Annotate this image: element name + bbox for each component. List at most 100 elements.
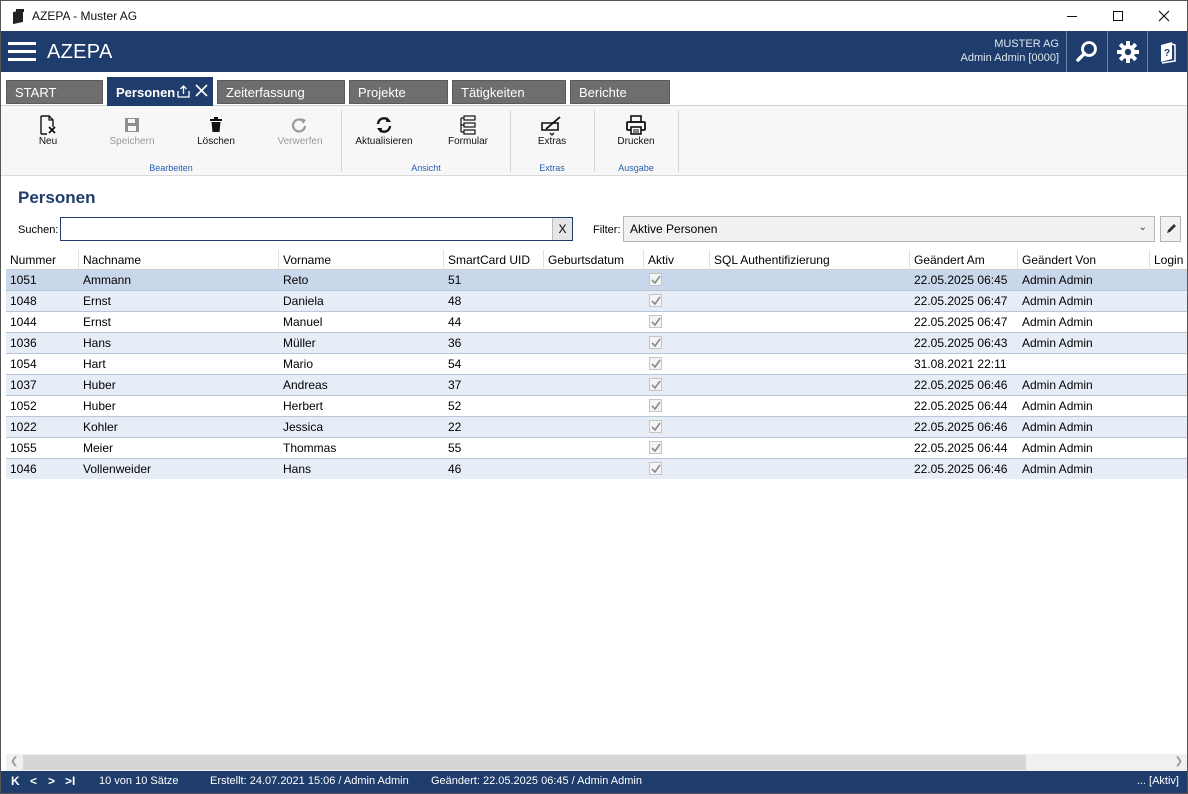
active-checkbox[interactable] (649, 315, 662, 328)
active-checkbox[interactable] (649, 357, 662, 370)
cell-uid: 46 (448, 462, 462, 476)
created-info: Erstellt: 24.07.2021 15:06 / Admin Admin (210, 775, 409, 787)
table-row[interactable]: 1052 Huber Herbert 52 22.05.2025 06:44 Admin … (6, 396, 1187, 417)
table-row[interactable]: 1048 Ernst Daniela 48 22.05.2025 06:47 Admin … (6, 291, 1187, 312)
checkmark-icon (650, 380, 661, 389)
active-checkbox[interactable] (649, 294, 662, 307)
save-button[interactable]: Speichern (104, 114, 160, 147)
settings-button[interactable] (1107, 31, 1147, 72)
nav-last-button[interactable]: >I (65, 774, 75, 788)
new-button[interactable]: Neu (23, 114, 73, 147)
tab-bar: START Personen Zeiterfassung Projekte Tä… (1, 72, 1187, 106)
active-checkbox[interactable] (649, 378, 662, 391)
column-header[interactable]: Geändert Am (910, 250, 1018, 270)
table-row[interactable]: 1051 Ammann Reto 51 22.05.2025 06:45 Admin Ad… (6, 270, 1187, 291)
tab-zeiterfassung[interactable]: Zeiterfassung (217, 80, 345, 104)
cell-nummer: 1054 (10, 357, 37, 371)
tab-berichte[interactable]: Berichte (570, 80, 670, 104)
new-label: Neu (38, 136, 58, 147)
search-button[interactable] (1066, 31, 1106, 72)
horizontal-scrollbar[interactable]: ❮ ❯ (6, 754, 1187, 771)
cell-geaendert-am: 22.05.2025 06:46 (914, 378, 1008, 392)
cell-geaendert-von: Admin Admin (1022, 378, 1093, 392)
column-header[interactable]: Nachname (79, 250, 279, 270)
active-checkbox[interactable] (649, 420, 662, 433)
cell-nachname: Huber (83, 399, 116, 413)
column-header[interactable]: SQL Authentifizierung (710, 250, 910, 270)
table-header: Nummer Nachname Vorname SmartCard UID Geburt… (6, 250, 1187, 270)
active-checkbox[interactable] (649, 441, 662, 454)
column-header[interactable]: Geändert Von (1018, 250, 1150, 270)
nav-first-button[interactable]: K (11, 774, 20, 788)
delete-button[interactable]: Löschen (191, 114, 241, 147)
cell-geaendert-am: 22.05.2025 06:47 (914, 294, 1008, 308)
column-header[interactable]: SmartCard UID (444, 250, 544, 270)
detach-icon[interactable] (176, 84, 191, 99)
cell-geaendert-am: 22.05.2025 06:46 (914, 420, 1008, 434)
table-row[interactable]: 1037 Huber Andreas 37 22.05.2025 06:46 Admin … (6, 375, 1187, 396)
active-checkbox[interactable] (649, 462, 662, 475)
column-header[interactable]: Login (1150, 250, 1187, 270)
tab-projekte[interactable]: Projekte (349, 80, 448, 104)
save-label: Speichern (109, 136, 155, 147)
table-row[interactable]: 1044 Ernst Manuel 44 22.05.2025 06:47 Admin A… (6, 312, 1187, 333)
checkmark-icon (650, 401, 661, 410)
close-tab-icon[interactable] (195, 84, 208, 97)
table-row[interactable]: 1046 Vollenweider Hans 46 22.05.2025 06:46 Ad… (6, 459, 1187, 479)
new-document-icon (40, 115, 56, 135)
status-bar: K < > >I 10 von 10 Sätze Erstellt: 24.07… (1, 771, 1187, 793)
scroll-left-icon[interactable]: ❮ (10, 756, 18, 767)
cell-geburtsdatum (544, 333, 644, 353)
group-ansicht: Ansicht (411, 163, 441, 173)
checkmark-icon (650, 443, 661, 452)
cell-geaendert-von: Admin Admin (1022, 399, 1093, 413)
active-checkbox[interactable] (649, 399, 662, 412)
changed-info: Geändert: 22.05.2025 06:45 / Admin Admin (431, 775, 642, 787)
hamburger-menu-icon[interactable] (8, 42, 36, 62)
cell-uid: 54 (448, 357, 462, 371)
table-row[interactable]: 1036 Hans Müller 36 22.05.2025 06:43 Admin Ad… (6, 333, 1187, 354)
filter-label: Filter: (593, 224, 621, 236)
table-row[interactable]: 1055 Meier Thommas 55 22.05.2025 06:44 Admin … (6, 438, 1187, 459)
scrollbar-thumb[interactable] (23, 755, 1026, 770)
minimize-button[interactable] (1049, 1, 1095, 31)
cell-sql (710, 438, 910, 458)
checkmark-icon (650, 296, 661, 305)
tab-taetigkeiten[interactable]: Tätigkeiten (452, 80, 566, 104)
discard-button[interactable]: Verwerfen (271, 114, 329, 147)
gear-icon (1116, 40, 1139, 63)
table-row[interactable]: 1022 Kohler Jessica 22 22.05.2025 06:46 Admin… (6, 417, 1187, 438)
cell-geaendert-am: 22.05.2025 06:44 (914, 441, 1008, 455)
tab-personen[interactable]: Personen (107, 77, 213, 106)
clear-search-button[interactable]: X (552, 218, 572, 240)
help-button[interactable]: ? (1147, 31, 1187, 72)
active-checkbox[interactable] (649, 273, 662, 286)
tab-label: Tätigkeiten (461, 85, 525, 100)
nav-next-button[interactable]: > (48, 774, 55, 788)
extras-button[interactable]: Extras (528, 114, 576, 147)
cell-geaendert-am: 22.05.2025 06:45 (914, 273, 1008, 287)
active-checkbox[interactable] (649, 336, 662, 349)
cell-uid: 48 (448, 294, 462, 308)
close-window-button[interactable] (1141, 1, 1187, 31)
scroll-right-icon[interactable]: ❯ (1175, 756, 1183, 767)
column-header[interactable]: Vorname (279, 250, 444, 270)
filter-dropdown[interactable]: Aktive Personen ⌄ (623, 216, 1155, 242)
maximize-button[interactable] (1095, 1, 1141, 31)
cell-nummer: 1048 (10, 294, 37, 308)
print-button[interactable]: Drucken (612, 114, 660, 147)
cell-vorname: Hans (283, 462, 312, 476)
tab-label: Zeiterfassung (226, 85, 305, 100)
group-ausgabe: Ausgabe (618, 163, 654, 173)
nav-prev-button[interactable]: < (30, 774, 37, 788)
column-header[interactable]: Nummer (6, 250, 79, 270)
table-row[interactable]: 1054 Hart Mario 54 31.08.2021 22:11 (6, 354, 1187, 375)
search-input[interactable]: X (60, 217, 573, 241)
column-header[interactable]: Aktiv (644, 250, 710, 270)
edit-filter-button[interactable] (1160, 216, 1181, 242)
cell-uid: 36 (448, 336, 462, 350)
form-button[interactable]: Formular (441, 114, 495, 147)
tab-start[interactable]: START (6, 80, 103, 104)
refresh-button[interactable]: Aktualisieren (352, 114, 416, 147)
column-header[interactable]: Geburtsdatum (544, 250, 644, 270)
